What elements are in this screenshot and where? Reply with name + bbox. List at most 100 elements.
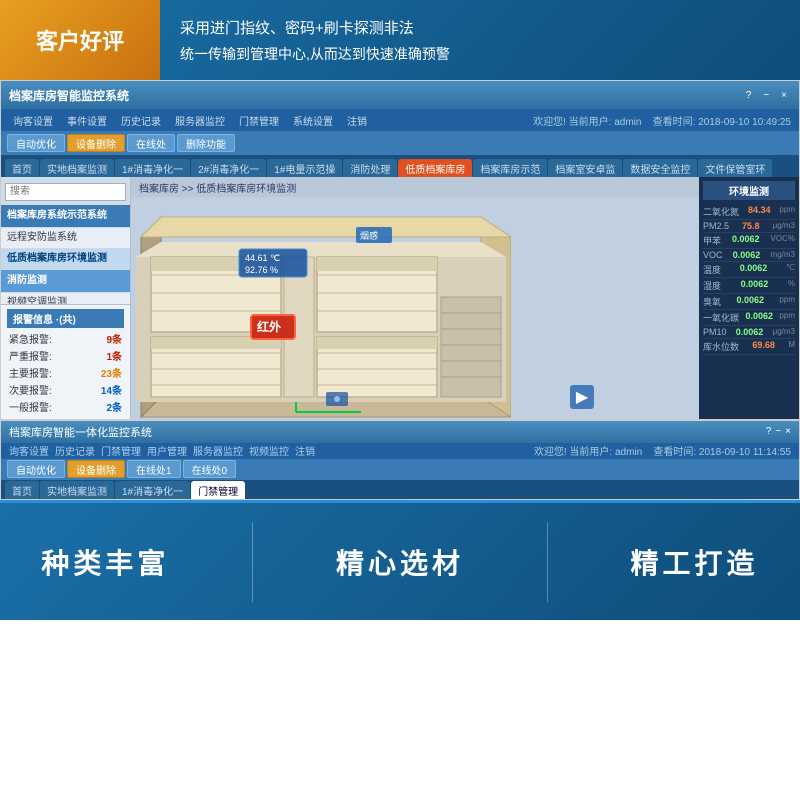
nav-tab-realsite[interactable]: 实地档案监测 [40,159,114,177]
floor-plan-svg: 44.61 ℃ 92.76 % 烟感 红外 [131,197,511,419]
tree-item-3[interactable]: 消防监测 [1,270,130,293]
menu2-btn-online0[interactable]: 在线处0 [183,460,237,478]
content-area-1: 档案库房系统示范系统 远程安防监系统 低质档案库房环境监测 消防监测 视频空调监… [1,177,799,419]
tree-item-1[interactable]: 远程安防监系统 [1,228,130,249]
nav-tab-disinfect2[interactable]: 2#消毒净化一 [191,159,266,177]
breadcrumb-1: 档案库房 >> 低质档案库房环境监测 [131,177,699,197]
nav2-item-5[interactable]: 视频监控 [249,443,289,458]
env-row-6: 臭氧 0.0062 ppm [703,294,795,310]
second-tab-disinfect[interactable]: 1#消毒净化一 [115,481,190,499]
second-tab-realsite[interactable]: 实地档案监测 [40,481,114,499]
second-nav-tabs: 首页 实地档案监测 1#消毒净化一 门禁管理 [1,480,799,499]
alert-count-0: 9条 [106,331,122,346]
nav2-item-4[interactable]: 服务器监控 [193,443,243,458]
nav-tab-fire[interactable]: 消防处理 [343,159,397,177]
nav-tab-archive[interactable]: 档案库房示范 [473,159,547,177]
alert-count-4: 2条 [106,399,122,414]
alert-row-4: 一般报警: 2条 [7,398,124,415]
menu2-btn-online1[interactable]: 在线处1 [127,460,181,478]
nav-item-config[interactable]: 询客设置 [9,113,57,128]
tree-item-2[interactable]: 低质档案库房环境监测 [1,249,130,270]
bottom-divider-1 [252,522,253,602]
top-banner-line1: 采用进门指纹、密码+刷卡探测非法 [180,17,780,38]
time-info-2: 查看时间: 2018-09-10 11:14:55 [653,447,791,458]
nav-tab-disinfect1[interactable]: 1#消毒净化一 [115,159,190,177]
env-row-5: 湿度 0.0062 % [703,278,795,294]
menu2-btn-auto[interactable]: 自动优化 [7,460,65,478]
env-row-2: 甲苯 0.0062 VOC% [703,233,795,249]
top-banner-left-label: 客户好评 [36,24,124,56]
env-panel-title: 环境监测 [703,181,795,200]
nav2-item-6[interactable]: 注销 [295,443,315,458]
titlebar-2: 档案库房智能一体化监控系统 ? − × [1,421,799,443]
menu-btn-delete[interactable]: 删除功能 [177,134,235,152]
nav-item-settings[interactable]: 系统设置 [289,113,337,128]
min-btn-2[interactable]: − [775,426,781,437]
nav2-item-3[interactable]: 用户管理 [147,443,187,458]
alert-row-1: 严重报警: 1条 [7,347,124,364]
nav-item-logout[interactable]: 注销 [343,113,371,128]
alert-panel: 报警信息 ·(共) 紧急报警: 9条 严重报警: 1条 主要报警: 23条 次 [1,304,130,419]
floor-plan-area: 44.61 ℃ 92.76 % 烟感 红外 ▶ [131,197,699,419]
nav-tab-lowqual[interactable]: 低质档案库房 [398,159,472,177]
minimize-button[interactable]: − [759,90,773,101]
alert-label-0: 紧急报警: [9,331,52,346]
nav-item-door[interactable]: 门禁管理 [235,113,283,128]
second-tab-home[interactable]: 首页 [5,481,39,499]
menu2-btn-device[interactable]: 设备删除 [67,460,125,478]
alert-count-1: 1条 [106,348,122,363]
topbar-info-1: 欢迎您! 当前用户: admin 查看时间: 2018-09-10 10:49:… [533,113,791,128]
nav-tab-android[interactable]: 档案室安卓监 [548,159,622,177]
top-banner-right-content: 采用进门指纹、密码+刷卡探测非法 统一传输到管理中心,从而达到快速准确预警 [160,7,800,74]
window-title-1: 档案库房智能监控系统 [9,87,129,104]
nav-item-event[interactable]: 事件设置 [63,113,111,128]
close-btn-2[interactable]: × [785,426,791,437]
nav2-item-0[interactable]: 询客设置 [9,443,49,458]
env-row-4: 温度 0.0062 ℃ [703,262,795,278]
menu-btn-online[interactable]: 在线处 [127,134,175,152]
search-input[interactable] [5,183,126,201]
alert-label-2: 主要报警: [9,365,52,380]
menu-btn-device[interactable]: 设备删除 [67,134,125,152]
nav-tab-home[interactable]: 首页 [5,159,39,177]
menu-btn-auto[interactable]: 自动优化 [7,134,65,152]
bottom-divider-2 [547,522,548,602]
window-title-2: 档案库房智能一体化监控系统 [9,424,152,440]
nav2-item-1[interactable]: 历史记录 [55,443,95,458]
svg-text:烟感: 烟感 [360,230,378,241]
nav-item-history[interactable]: 历史记录 [117,113,165,128]
env-row-8: PM10 0.0062 μg/m3 [703,326,795,339]
nav-item-server[interactable]: 服务器监控 [171,113,229,128]
bottom-item-0: 种类丰富 [41,542,169,582]
bottom-item-2: 精工打造 [631,542,759,582]
sidebar-search [1,177,130,205]
topbar-1: 询客设置 事件设置 历史记录 服务器监控 门禁管理 系统设置 注销 欢迎您! 当… [1,109,799,131]
screenshot-block-1: 档案库房智能监控系统 ? − × 询客设置 事件设置 历史记录 服务器监控 门禁… [0,80,800,420]
env-row-3: VOC 0.0062 mg/m3 [703,249,795,262]
help-button[interactable]: ? [742,90,756,101]
nav-tab-datasec[interactable]: 数据安全监控 [623,159,697,177]
main-nav-1: 首页 实地档案监测 1#消毒净化一 2#消毒净化一 1#电量示范操 消防处理 低… [1,155,799,177]
help-btn-2[interactable]: ? [766,426,772,437]
topbar-nav-1: 询客设置 事件设置 历史记录 服务器监控 门禁管理 系统设置 注销 [9,113,371,128]
nav-tab-filemgmt[interactable]: 文件保管室环 [698,159,772,177]
menubar-1: 自动优化 设备删除 在线处 删除功能 [1,131,799,155]
left-sidebar-1: 档案库房系统示范系统 远程安防监系统 低质档案库房环境监测 消防监测 视频空调监… [1,177,131,419]
tree-item-4[interactable]: 视频空调监测 [1,293,130,305]
nav-arrow[interactable]: ▶ [570,385,594,409]
alert-label-1: 严重报警: [9,348,52,363]
system-window-2: 档案库房智能一体化监控系统 ? − × 询客设置 历史记录 门禁管理 用户管理 … [1,421,799,499]
tree-item-0[interactable]: 档案库房系统示范系统 [1,205,130,228]
svg-text:红外: 红外 [257,319,281,334]
nav-tab-power[interactable]: 1#电量示范操 [267,159,342,177]
nav2-item-2[interactable]: 门禁管理 [101,443,141,458]
user-info-2: 欢迎您! 当前用户: admin [534,447,642,458]
top-banner: 客户好评 采用进门指纹、密码+刷卡探测非法 统一传输到管理中心,从而达到快速准确… [0,0,800,80]
alert-label-3: 次要报警: [9,382,52,397]
svg-text:92.76 %: 92.76 % [245,265,278,275]
user-info-1: 欢迎您! 当前用户: admin [533,117,641,128]
env-row-7: 一氧化碳 0.0062 ppm [703,310,795,326]
bottom-text-2: 精工打造 [631,542,759,582]
close-button[interactable]: × [777,90,791,101]
second-tab-door[interactable]: 门禁管理 [191,481,245,499]
